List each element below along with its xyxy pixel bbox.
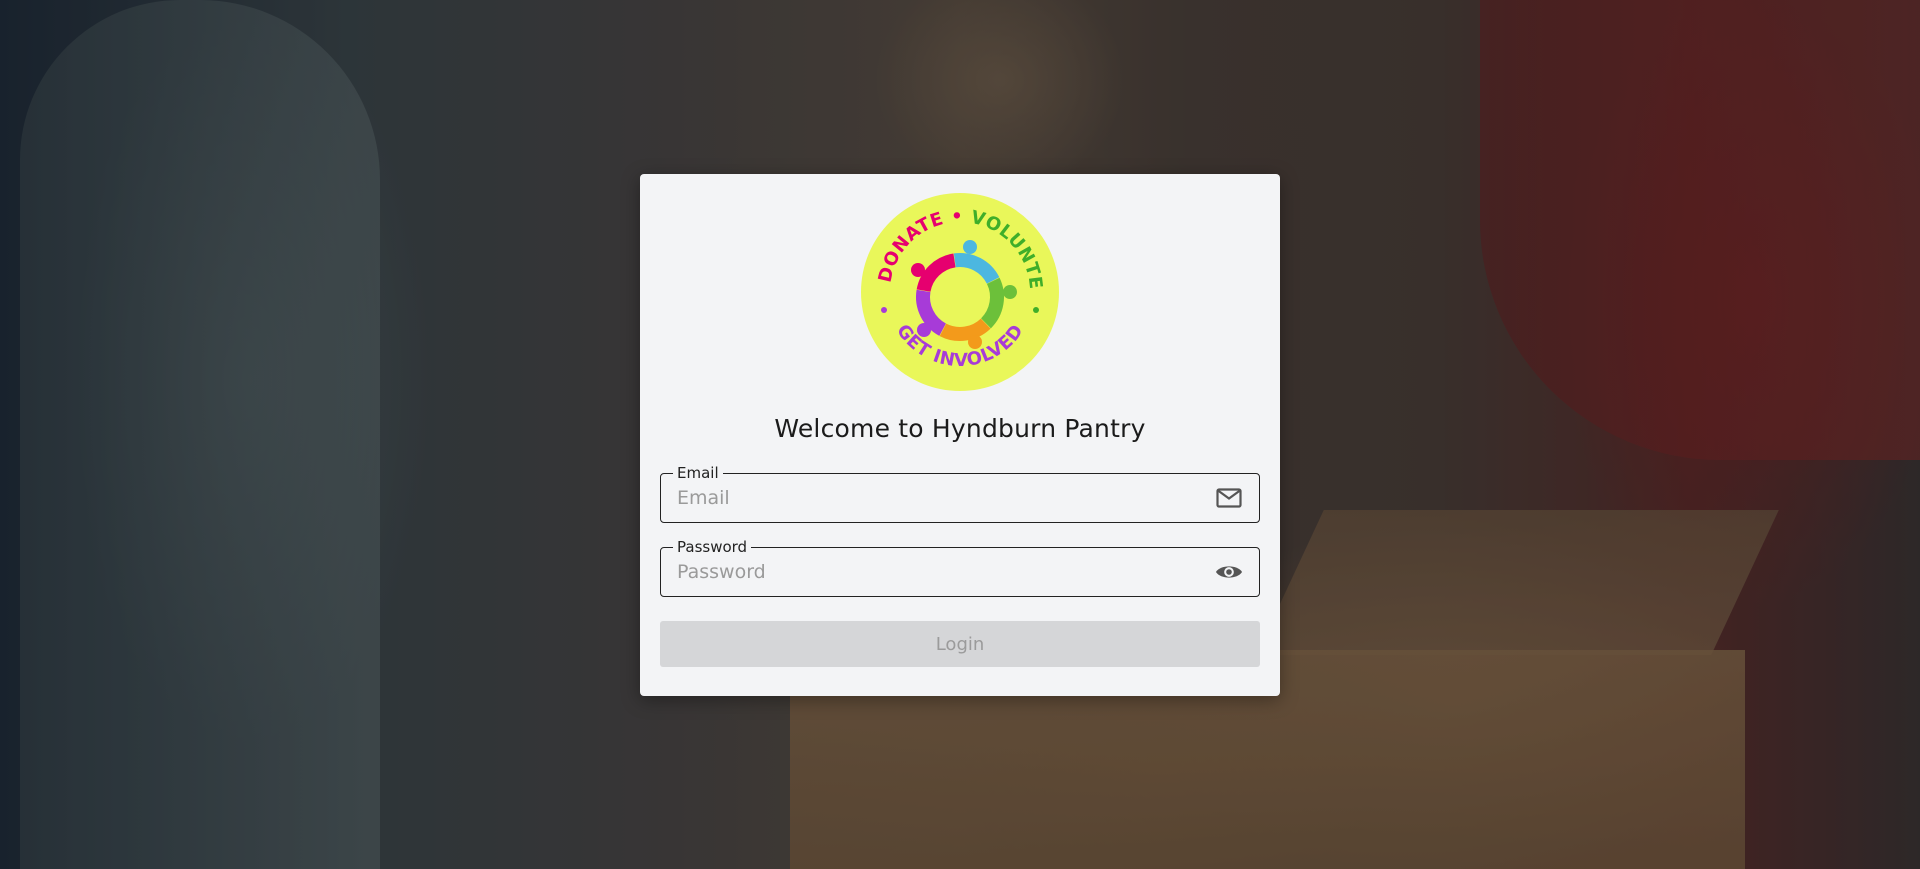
page-title: Welcome to Hyndburn Pantry: [774, 414, 1146, 443]
eye-icon[interactable]: [1215, 559, 1243, 585]
email-field: Email: [660, 464, 1260, 523]
mail-icon: [1215, 485, 1243, 511]
password-field: Password: [660, 538, 1260, 597]
login-card: DONATE • VOLUNTEER GET INVOLVED Welcome …: [640, 174, 1280, 696]
email-input[interactable]: [677, 474, 1197, 521]
pantry-logo: DONATE • VOLUNTEER GET INVOLVED: [860, 192, 1059, 391]
password-input[interactable]: [677, 548, 1197, 595]
login-button[interactable]: Login: [660, 621, 1260, 667]
